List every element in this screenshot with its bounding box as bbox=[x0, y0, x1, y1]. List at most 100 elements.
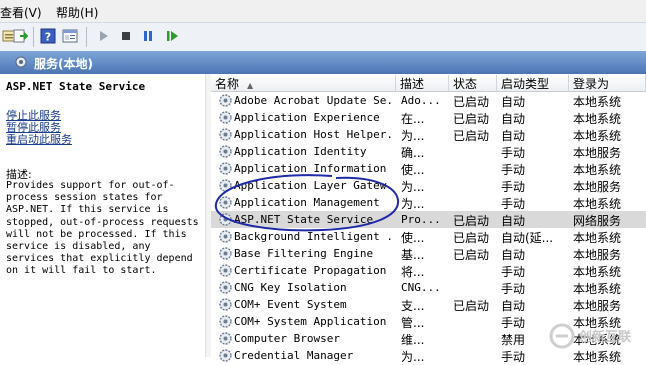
menu-view[interactable]: 查看(V) bbox=[0, 4, 42, 21]
service-gear-icon bbox=[219, 128, 232, 141]
service-gear-icon bbox=[219, 332, 232, 345]
column-startup-type[interactable]: 启动类型 bbox=[497, 75, 569, 91]
pause-service-icon[interactable] bbox=[140, 28, 156, 44]
service-logon-as: 本地服务 bbox=[573, 248, 622, 262]
service-description-cell: 为... bbox=[401, 197, 425, 211]
service-gear-icon bbox=[219, 247, 232, 260]
column-name[interactable]: 名称 ▲ bbox=[211, 75, 396, 91]
service-description-cell: 管... bbox=[401, 316, 425, 330]
service-description-cell: 支... bbox=[401, 299, 425, 313]
properties-icon[interactable] bbox=[62, 28, 78, 44]
svg-text:?: ? bbox=[45, 31, 51, 44]
header-title: 服务(本地) bbox=[34, 57, 93, 71]
service-logon-as: 本地系统 bbox=[573, 231, 622, 245]
export-list-icon[interactable] bbox=[12, 28, 28, 44]
service-gear-icon bbox=[219, 281, 232, 294]
service-startup-type: 自动 bbox=[501, 214, 526, 228]
service-name: COM+ Event System bbox=[234, 298, 347, 311]
services-header: 服务(本地) bbox=[0, 51, 646, 74]
column-name-label: 名称 bbox=[215, 77, 240, 91]
service-row[interactable]: CNG Key Isolation CNG... 手动 本地系统 bbox=[211, 279, 646, 296]
service-status: 已启动 bbox=[453, 248, 490, 262]
service-gear-icon bbox=[219, 264, 232, 277]
service-gear-icon bbox=[219, 298, 232, 311]
service-logon-as: 本地系统 bbox=[573, 112, 622, 126]
service-startup-type: 手动 bbox=[501, 265, 526, 279]
service-status: 已启动 bbox=[453, 299, 490, 313]
watermark-logo-icon bbox=[549, 323, 575, 349]
service-startup-type: 自动 bbox=[501, 248, 526, 262]
start-service-icon[interactable] bbox=[96, 28, 112, 44]
service-name: Adobe Acrobat Update Se... bbox=[234, 94, 394, 107]
column-description-label: 描述 bbox=[400, 77, 425, 91]
menu-help[interactable]: 帮助(H) bbox=[56, 4, 98, 21]
service-startup-type: 自动 bbox=[501, 112, 526, 126]
service-name: Application Identity bbox=[234, 145, 367, 158]
restart-service-link[interactable]: 重启动此服务 bbox=[6, 131, 72, 147]
service-status: 已启动 bbox=[453, 112, 490, 126]
service-description-cell: 使... bbox=[401, 231, 425, 245]
service-name: COM+ System Application bbox=[234, 315, 387, 328]
service-gear-icon bbox=[219, 145, 232, 158]
service-description-cell: 为... bbox=[401, 129, 425, 143]
service-description-cell: 基... bbox=[401, 248, 425, 262]
service-startup-type: 手动 bbox=[501, 197, 526, 211]
service-logon-as: 本地服务 bbox=[573, 146, 622, 160]
column-logon-label: 登录为 bbox=[573, 77, 610, 91]
service-description-cell: 维... bbox=[401, 333, 425, 347]
toolbar: ? bbox=[0, 22, 646, 52]
service-description-cell: 将... bbox=[401, 265, 425, 279]
service-name: Computer Browser bbox=[234, 332, 340, 345]
service-startup-type: 自动 bbox=[501, 129, 526, 143]
column-header-row: 名称 ▲ 描述 状态 启动类型 登录为 bbox=[211, 74, 646, 92]
watermark-text: 创新互联 bbox=[579, 330, 632, 345]
column-logon-as[interactable]: 登录为 bbox=[569, 75, 646, 91]
service-name: Base Filtering Engine bbox=[234, 247, 374, 260]
watermark: 创新互联 bbox=[544, 320, 646, 357]
service-row[interactable]: Certificate Propagation 将... 手动 本地系统 bbox=[211, 262, 646, 279]
menu-bar: 查看(V) 帮助(H) bbox=[0, 0, 646, 22]
service-name: CNG Key Isolation bbox=[234, 281, 347, 294]
column-description[interactable]: 描述 bbox=[396, 75, 449, 91]
service-gear-icon bbox=[219, 349, 232, 362]
service-row[interactable]: COM+ Event System 支... 已启动 自动 本地服务 bbox=[211, 296, 646, 313]
service-status: 已启动 bbox=[453, 231, 490, 245]
service-row[interactable]: Application Host Helper... 为... 已启动 自动 本地系统 bbox=[211, 126, 646, 143]
column-status[interactable]: 状态 bbox=[449, 75, 497, 91]
service-description: Provides support for out-of- process ses… bbox=[6, 180, 199, 277]
service-description-cell: CNG... bbox=[401, 281, 441, 294]
service-description-cell: Ado... bbox=[401, 94, 441, 107]
description-panel: ASP.NET State Service 停止此服务 暂停此服务 重启动此服务… bbox=[0, 74, 205, 357]
service-status: 已启动 bbox=[453, 129, 490, 143]
service-status: 已启动 bbox=[453, 95, 490, 109]
selected-service-name: ASP.NET State Service bbox=[6, 80, 146, 93]
service-startup-type: 手动 bbox=[501, 163, 526, 177]
toolbar-separator bbox=[33, 27, 34, 47]
service-startup-type: 自动 bbox=[501, 95, 526, 109]
stop-service-icon[interactable] bbox=[118, 28, 134, 44]
service-name: Application Experience bbox=[234, 111, 380, 124]
service-name: Certificate Propagation bbox=[234, 264, 387, 277]
service-description-cell: 确... bbox=[401, 146, 425, 160]
service-row[interactable]: Base Filtering Engine 基... 已启动 自动 本地服务 bbox=[211, 245, 646, 262]
service-logon-as: 本地系统 bbox=[573, 95, 622, 109]
service-logon-as: 本地服务 bbox=[573, 299, 622, 313]
annotation-ellipse bbox=[214, 174, 400, 232]
sort-ascending-icon: ▲ bbox=[247, 81, 254, 90]
column-startup-label: 启动类型 bbox=[501, 77, 550, 91]
service-row[interactable]: Application Identity 确... 手动 本地服务 bbox=[211, 143, 646, 160]
help-icon[interactable]: ? bbox=[40, 28, 56, 44]
service-logon-as: 本地系统 bbox=[573, 282, 622, 296]
service-logon-as: 本地系统 bbox=[573, 163, 622, 177]
service-startup-type: 自动 bbox=[501, 299, 526, 313]
service-name: Application Host Helper... bbox=[234, 128, 394, 141]
restart-service-icon[interactable] bbox=[164, 28, 180, 44]
service-gear-icon bbox=[219, 111, 232, 124]
service-logon-as: 本地系统 bbox=[573, 265, 622, 279]
service-logon-as: 本地服务 bbox=[573, 180, 622, 194]
service-row[interactable]: Application Experience 在... 已启动 自动 本地系统 bbox=[211, 109, 646, 126]
service-startup-type: 手动 bbox=[501, 146, 526, 160]
service-status: 已启动 bbox=[453, 214, 490, 228]
service-description-cell: 为... bbox=[401, 180, 425, 194]
service-row[interactable]: Adobe Acrobat Update Se... Ado... 已启动 自动 本地系… bbox=[211, 92, 646, 109]
